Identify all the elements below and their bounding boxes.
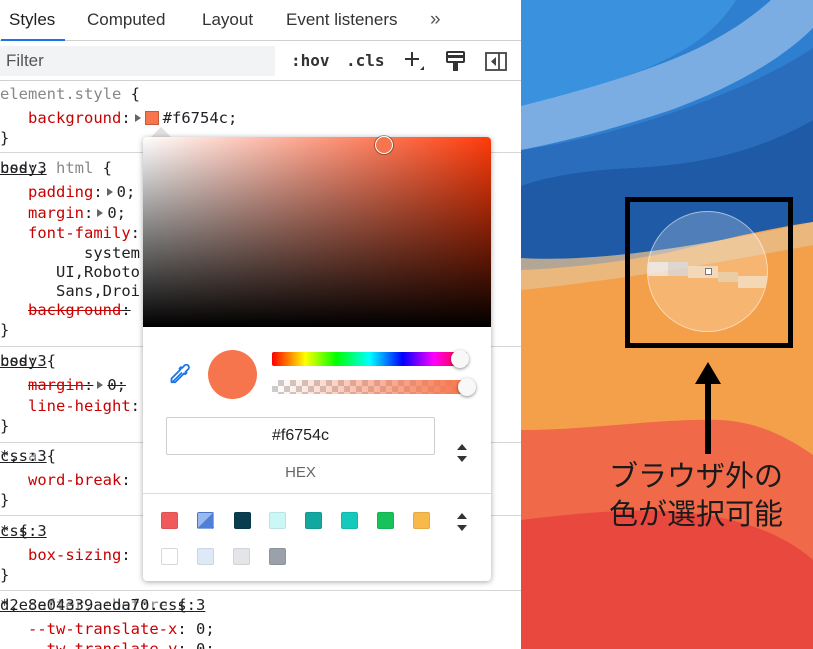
property-value[interactable]: UI,Roboto	[56, 263, 140, 281]
brace: {	[121, 85, 140, 103]
property-value[interactable]: 0;	[107, 204, 126, 222]
color-format-label: HEX	[285, 464, 316, 481]
palette-swatch[interactable]	[197, 512, 214, 529]
palette-swatch[interactable]	[161, 512, 178, 529]
font-family-value[interactable]: UI,Roboto	[0, 262, 140, 282]
palette-swatch[interactable]	[197, 548, 214, 565]
palette-swatch[interactable]	[161, 548, 178, 565]
property-name[interactable]: box-sizing	[28, 546, 121, 564]
up-arrow-icon	[695, 362, 721, 454]
palette-divider	[143, 493, 491, 494]
eyedropper-icon[interactable]	[167, 363, 191, 387]
plus-icon[interactable]	[403, 50, 427, 74]
brace: }	[0, 321, 10, 339]
property-name[interactable]: word-break	[28, 471, 121, 489]
font-family-value[interactable]: Sans,Droi	[0, 281, 140, 301]
toggle-sidebar-icon[interactable]	[484, 50, 508, 74]
declaration-word-break[interactable]: word-break:	[0, 470, 131, 490]
hov-button[interactable]: :hov	[291, 50, 330, 72]
brace: }	[0, 566, 10, 584]
palette-swatch[interactable]	[233, 548, 250, 565]
devtools-tab-bar: Styles Computed Layout Event listeners »	[0, 0, 521, 41]
declaration-background-overridden[interactable]: background:	[0, 300, 131, 320]
property-value[interactable]: 0;	[117, 183, 136, 201]
eyedropper-magnifier	[647, 211, 768, 332]
annotation-caption: ブラウザ外の 色が選択可能	[609, 457, 809, 533]
palette-swatch[interactable]	[305, 512, 322, 529]
palette-switcher-icon[interactable]	[456, 511, 468, 533]
property-value[interactable]: 0;	[196, 640, 215, 649]
more-tabs-icon[interactable]: »	[430, 0, 441, 40]
color-picker-popup: HEX	[143, 136, 491, 581]
font-family-value[interactable]: system	[0, 243, 140, 263]
format-toggle-icon[interactable]	[456, 442, 468, 464]
expand-arrow-icon[interactable]	[97, 381, 104, 389]
property-value[interactable]: #f6754c;	[163, 109, 238, 127]
styles-toolbar: :hov .cls	[0, 41, 521, 81]
property-name[interactable]: --tw-translate-y	[28, 640, 177, 649]
property-name[interactable]: background	[28, 109, 121, 127]
palette-swatch[interactable]	[269, 548, 286, 565]
magnifier-center-pixel	[705, 268, 712, 275]
declaration-padding[interactable]: padding: 0;	[0, 182, 135, 202]
property-name[interactable]: margin	[28, 376, 84, 394]
property-value[interactable]: Sans,Droi	[56, 282, 140, 300]
brace: }	[0, 491, 10, 509]
paint-brush-icon[interactable]	[444, 50, 468, 74]
source-link[interactable]: d2e8e04339aeda70.css:3	[0, 595, 518, 615]
declaration-font-family[interactable]: font-family:	[0, 223, 140, 243]
palette-swatch[interactable]	[269, 512, 286, 529]
color-area-handle[interactable]	[375, 136, 393, 154]
rule-divider	[0, 590, 521, 591]
declaration-tw-translate-x[interactable]: --tw-translate-x: 0;	[0, 619, 215, 639]
brace: }	[0, 417, 10, 435]
expand-arrow-icon[interactable]	[106, 188, 113, 196]
tab-computed[interactable]: Computed	[87, 0, 165, 40]
saturation-value-area[interactable]	[143, 137, 491, 327]
tab-styles[interactable]: Styles	[0, 0, 66, 41]
property-value[interactable]: 0;	[107, 376, 126, 394]
declaration-background[interactable]: background: #f6754c;	[0, 108, 237, 128]
property-value[interactable]: 0;	[196, 620, 215, 638]
filter-input[interactable]	[0, 46, 275, 76]
property-name[interactable]: padding	[28, 183, 93, 201]
expand-arrow-icon[interactable]	[97, 209, 104, 217]
property-name[interactable]: font-family	[28, 224, 131, 242]
alpha-slider[interactable]	[272, 380, 467, 394]
tab-layout[interactable]: Layout	[202, 0, 253, 40]
alpha-slider-thumb[interactable]	[458, 378, 476, 396]
devtools-styles-pane: Styles Computed Layout Event listeners »…	[0, 0, 521, 649]
palette-swatch[interactable]	[413, 512, 430, 529]
declaration-tw-translate-y[interactable]: --tw-translate-y: 0;	[0, 639, 215, 649]
property-value[interactable]: system	[84, 244, 140, 262]
desktop-wallpaper: ブラウザ外の 色が選択可能	[521, 0, 813, 649]
caption-line: 色が選択可能	[609, 497, 784, 531]
caption-line: ブラウザ外の	[609, 459, 784, 493]
selector: element.style	[0, 85, 122, 103]
cls-button[interactable]: .cls	[346, 50, 385, 72]
expand-arrow-icon[interactable]	[134, 114, 141, 122]
hue-slider[interactable]	[272, 352, 467, 366]
property-name[interactable]: margin	[28, 204, 84, 222]
hue-slider-thumb[interactable]	[451, 350, 469, 368]
palette-swatch[interactable]	[234, 512, 251, 529]
color-swatch[interactable]	[144, 111, 159, 125]
rule-element-style: element.style {	[0, 84, 140, 104]
palette-swatch[interactable]	[341, 512, 358, 529]
declaration-margin[interactable]: margin: 0;	[0, 203, 126, 223]
tab-event-listeners[interactable]: Event listeners	[286, 0, 398, 40]
declaration-margin-overridden[interactable]: margin: 0;	[0, 375, 126, 395]
declaration-line-height[interactable]: line-height:	[0, 396, 140, 416]
property-name[interactable]: --tw-translate-x	[28, 620, 177, 638]
declaration-box-sizing[interactable]: box-sizing:	[0, 545, 131, 565]
picker-pointer	[151, 127, 171, 137]
palette-swatch[interactable]	[377, 512, 394, 529]
current-color-preview	[208, 350, 257, 399]
hex-input[interactable]	[166, 417, 435, 455]
property-name[interactable]: line-height	[28, 397, 131, 415]
brace: }	[0, 129, 10, 147]
property-name[interactable]: background	[28, 301, 121, 319]
